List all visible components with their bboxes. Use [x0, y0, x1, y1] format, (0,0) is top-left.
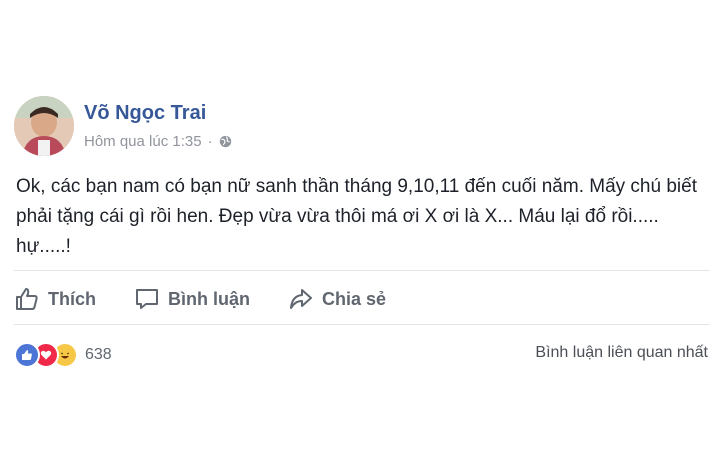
post-text: Ok, các bạn nam có bạn nữ sanh thần thán… — [16, 176, 697, 257]
reaction-count: 638 — [85, 346, 112, 363]
comment-icon — [136, 289, 158, 309]
avatar-photo — [14, 96, 74, 156]
thumbs-up-icon — [16, 288, 38, 310]
author-name[interactable]: Võ Ngọc Trai — [84, 102, 206, 125]
reactions-summary[interactable]: 638 — [14, 342, 112, 368]
like-reaction-icon — [14, 342, 40, 368]
divider — [14, 324, 710, 325]
comment-sort-dropdown[interactable]: Bình luận liên quan nhất — [535, 344, 708, 362]
comment-label: Bình luận — [168, 288, 250, 309]
post-footer: 638 Bình luận liên quan nhất — [14, 342, 710, 368]
share-arrow-icon — [290, 289, 312, 309]
globe-icon[interactable] — [219, 135, 232, 148]
meta-separator: · — [207, 133, 213, 150]
post-timestamp[interactable]: Hôm qua lúc 1:35 — [84, 133, 202, 150]
comment-button[interactable]: Bình luận — [134, 286, 250, 312]
post-card: Võ Ngọc Trai Hôm qua lúc 1:35 · Ok, các … — [0, 84, 710, 389]
avatar[interactable] — [14, 96, 74, 156]
share-button[interactable]: Chia sẻ — [288, 286, 386, 312]
post-actions: Thích Bình luận Chia sẻ — [14, 284, 386, 314]
share-label: Chia sẻ — [322, 288, 387, 309]
like-label: Thích — [48, 288, 96, 309]
like-button[interactable]: Thích — [14, 286, 96, 312]
post-meta: Hôm qua lúc 1:35 · — [84, 133, 232, 150]
divider — [14, 270, 710, 271]
